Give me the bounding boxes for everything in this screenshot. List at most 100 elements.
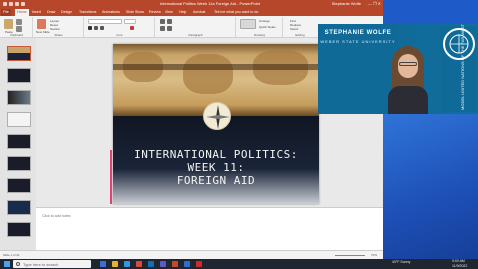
- presenter-name: STEPHANIE WOLFE: [324, 30, 392, 36]
- file-explorer-icon[interactable]: [112, 261, 118, 267]
- tab-review[interactable]: Review: [147, 9, 163, 16]
- taskbar-search-box[interactable]: Type here to search: [13, 260, 91, 268]
- windows-start-icon[interactable]: [4, 261, 10, 267]
- font-size-select[interactable]: [124, 19, 136, 24]
- search-icon: [16, 262, 20, 266]
- group-font: Font: [85, 17, 155, 37]
- italic-icon[interactable]: [94, 26, 98, 30]
- arrange-button[interactable]: Arrange: [259, 19, 270, 23]
- quick-styles-button[interactable]: Quick Styles: [259, 25, 276, 29]
- align-left-icon[interactable]: [160, 26, 165, 31]
- presenter-nameplate: STEPHANIE WOLFE WEBER STATE UNIVERSITY: [318, 24, 398, 114]
- underline-icon[interactable]: [100, 26, 104, 30]
- notes-pane[interactable]: Click to add notes: [36, 207, 383, 250]
- teams-icon[interactable]: [160, 261, 166, 267]
- ribbon-tabs: File Home Insert Draw Design Transitions…: [0, 8, 383, 16]
- quick-access-toolbar[interactable]: [3, 1, 31, 7]
- compass-rose-icon: [203, 102, 231, 130]
- slide-thumbnail[interactable]: [7, 200, 31, 215]
- window-controls[interactable]: — ❐ ✕: [368, 0, 381, 8]
- presenter-webcam: STEPHANIE WOLFE WEBER STATE UNIVERSITY M…: [318, 24, 478, 114]
- map-landmass: [183, 54, 233, 94]
- tab-design[interactable]: Design: [59, 9, 74, 16]
- tab-view[interactable]: View: [163, 9, 175, 16]
- un-emblem-icon: [443, 28, 475, 60]
- tab-file[interactable]: File: [1, 9, 11, 16]
- font-color-icon[interactable]: [130, 26, 134, 30]
- edge-icon[interactable]: [124, 261, 130, 267]
- zoom-slider[interactable]: [335, 255, 365, 256]
- signed-in-user[interactable]: Stephanie Wolfe: [332, 0, 361, 8]
- group-slides: New Slide Layout Reset Section Slides: [34, 17, 84, 37]
- group-label-drawing: Drawing: [253, 33, 265, 37]
- tab-animations[interactable]: Animations: [100, 9, 122, 16]
- taskbar: Type here to search 40°F Sunny 9:00 AM 1…: [0, 259, 478, 269]
- seal-text: MODEL UNITED NATIONS OF THE FAR WEST: [460, 24, 465, 110]
- section-button[interactable]: Section: [50, 27, 60, 31]
- cut-icon[interactable]: [16, 19, 22, 25]
- weather-widget[interactable]: 40°F Sunny: [392, 260, 410, 264]
- group-label-clipboard: Clipboard: [10, 33, 23, 37]
- group-label-font: Font: [116, 33, 123, 37]
- map-border-band: [113, 64, 319, 70]
- group-clipboard: Paste Clipboard: [1, 17, 33, 37]
- align-center-icon[interactable]: [167, 26, 172, 31]
- group-label-editing: Editing: [295, 33, 305, 37]
- powerpoint-taskbar-icon[interactable]: [172, 261, 178, 267]
- bold-icon[interactable]: [88, 26, 92, 30]
- slide-thumbnails-pane[interactable]: [0, 38, 36, 250]
- slide-thumbnail[interactable]: [7, 46, 31, 61]
- search-placeholder: Type here to search: [23, 261, 59, 267]
- presenter-glasses: [399, 62, 417, 66]
- window-title: International Politics Week 11a Foreign …: [160, 1, 260, 6]
- zoom-level[interactable]: 70%: [371, 253, 377, 257]
- presenter-video: [388, 46, 428, 114]
- notes-placeholder: Click to add notes: [42, 214, 71, 218]
- group-editing: Find Replace Select Editing: [284, 17, 316, 37]
- presenter-face: [398, 54, 418, 78]
- slide-thumbnail[interactable]: [7, 68, 31, 83]
- tab-insert[interactable]: Insert: [30, 9, 43, 16]
- slide-title-line: INTERNATIONAL POLITICS:: [134, 148, 298, 161]
- slide-thumbnail[interactable]: [7, 90, 31, 105]
- select-button[interactable]: Select: [290, 27, 298, 31]
- slide-title-line: WEEK 11:: [187, 161, 245, 174]
- clock-date[interactable]: 11/9/2022: [452, 264, 467, 268]
- slide-thumbnail[interactable]: [7, 134, 31, 149]
- slide-thumbnail[interactable]: [7, 156, 31, 171]
- tab-help[interactable]: Help: [177, 9, 188, 16]
- model-un-seal: MODEL UNITED NATIONS OF THE FAR WEST: [441, 24, 477, 112]
- group-label-paragraph: Paragraph: [188, 33, 203, 37]
- clock-time[interactable]: 9:00 AM: [452, 259, 465, 263]
- copy-icon[interactable]: [16, 26, 22, 32]
- acrobat-icon[interactable]: [196, 261, 202, 267]
- word-icon[interactable]: [184, 261, 190, 267]
- slide-counter: Slide 1 of 21: [3, 253, 20, 257]
- slide-title-line: FOREIGN AID: [176, 174, 256, 187]
- tab-slide-show[interactable]: Slide Show: [124, 9, 146, 16]
- presenter-body: [388, 86, 428, 114]
- presenter-school: WEBER STATE UNIVERSITY: [320, 39, 396, 44]
- group-drawing: Arrange Quick Styles Drawing: [237, 17, 283, 37]
- tab-home[interactable]: Home: [15, 9, 29, 16]
- outlook-icon[interactable]: [148, 261, 154, 267]
- tell-me-search[interactable]: Tell me what you want to do: [212, 9, 260, 16]
- bullets-icon[interactable]: [160, 19, 165, 24]
- slide-thumbnail[interactable]: [7, 222, 31, 237]
- slide-canvas[interactable]: INTERNATIONAL POLITICS: WEEK 11: FOREIGN…: [113, 44, 319, 204]
- new-slide-icon[interactable]: [37, 19, 46, 29]
- tab-transitions[interactable]: Transitions: [77, 9, 98, 16]
- shapes-gallery[interactable]: [240, 19, 256, 29]
- slide-thumbnail[interactable]: [7, 178, 31, 193]
- paste-icon[interactable]: [4, 19, 13, 29]
- chrome-icon[interactable]: [136, 261, 142, 267]
- numbering-icon[interactable]: [167, 19, 172, 24]
- tab-acrobat[interactable]: Acrobat: [191, 9, 207, 16]
- font-name-select[interactable]: [88, 19, 122, 24]
- title-bar: International Politics Week 11a Foreign …: [0, 0, 383, 8]
- group-label-slides: Slides: [54, 33, 63, 37]
- slide-thumbnail[interactable]: [7, 112, 31, 127]
- status-bar: Slide 1 of 21 70%: [0, 250, 383, 259]
- tab-draw[interactable]: Draw: [45, 9, 57, 16]
- task-view-icon[interactable]: [100, 261, 106, 267]
